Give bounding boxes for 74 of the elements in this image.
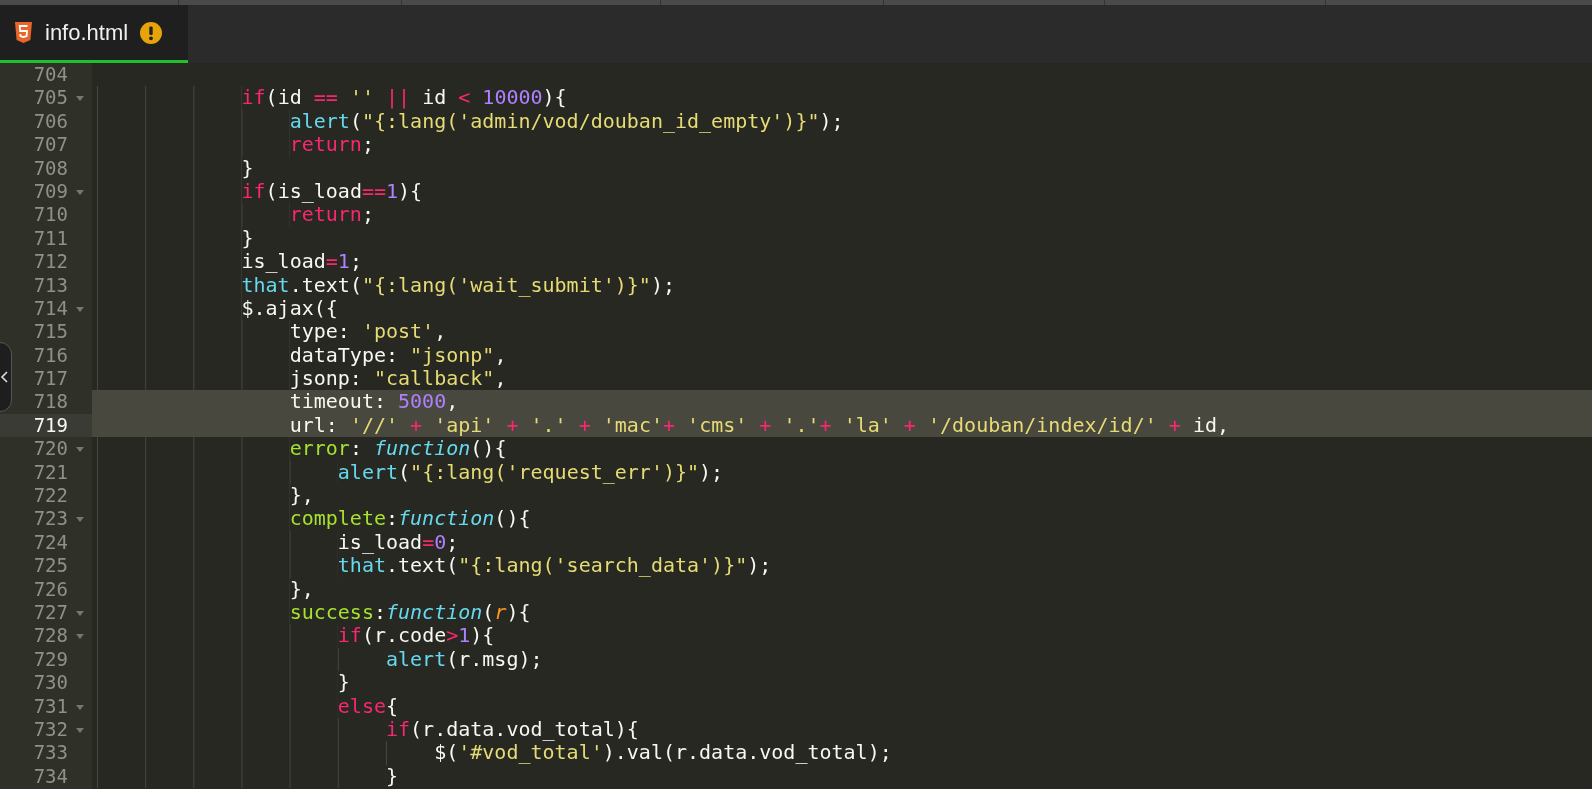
code-line: is_load=0; [337, 530, 459, 555]
fold-icon[interactable] [76, 704, 84, 710]
line-number: 732 [33, 717, 68, 742]
code-line: error: function(){ [289, 437, 507, 461]
code-line: complete:function(){ [289, 507, 531, 531]
tab-title: info.html [45, 19, 129, 46]
code-line: jsonp: "callback", [289, 367, 507, 391]
line-number: 724 [33, 530, 68, 555]
code-line: $.ajax({ [241, 296, 338, 321]
fold-icon[interactable] [76, 96, 84, 102]
fold-icon[interactable] [76, 447, 84, 453]
line-number: 715 [33, 320, 68, 344]
code-line: url: '//' + 'api' + '.' + 'mac'+ 'cms' + '.'+ 'la' + '/douban/index/id/' + id, [289, 413, 1229, 438]
fold-icon[interactable] [76, 517, 84, 523]
code-line: }, [289, 577, 314, 601]
fold-icon[interactable] [76, 189, 84, 195]
line-number: 725 [33, 554, 68, 578]
line-number: 705 [33, 86, 68, 110]
line-number: 720 [33, 437, 68, 461]
line-number: 734 [33, 764, 68, 789]
line-number: 711 [33, 226, 68, 251]
code-line: is_load=1; [241, 250, 362, 274]
fold-icon[interactable] [76, 306, 84, 312]
line-number: 733 [33, 741, 68, 765]
code-line: alert("{:lang('admin/vod/douban_id_empty')}"); [289, 109, 844, 134]
code-line: return; [289, 203, 374, 227]
code-line: alert("{:lang('request_err')}"); [337, 460, 724, 485]
code-line: } [386, 764, 399, 789]
html5-icon [14, 21, 33, 44]
code-line: } [241, 156, 254, 180]
code-line: success:function(r){ [289, 601, 531, 625]
code-line: else{ [337, 694, 399, 718]
code-line: type: 'post', [289, 320, 447, 344]
code-line: alert(r.msg); [386, 647, 543, 672]
code-line: that.text("{:lang('wait_submit')}"); [241, 273, 675, 297]
code-line: } [337, 671, 350, 695]
line-number: 722 [33, 484, 68, 508]
line-number: 729 [33, 647, 68, 672]
code-line: dataType: "jsonp", [289, 343, 507, 368]
line-number: 710 [33, 203, 68, 227]
fold-icon[interactable] [76, 634, 84, 640]
line-number: 707 [33, 133, 68, 157]
code-line: $('#vod_total').val(r.data.vod_total); [434, 741, 892, 765]
line-number: 730 [33, 671, 68, 695]
line-number: 723 [33, 507, 68, 531]
line-number: 708 [33, 156, 68, 180]
line-number: 712 [33, 250, 68, 274]
code-line: return; [289, 133, 374, 157]
line-number: 709 [33, 179, 68, 204]
line-number: 714 [33, 296, 68, 321]
code-line: if(r.data.vod_total){ [386, 717, 639, 742]
file-tab[interactable]: info.html [0, 5, 189, 63]
code-line: if(is_load==1){ [241, 179, 423, 204]
code-line: if(id == '' || id < 10000){ [241, 86, 567, 110]
code-line: timeout: 5000, [289, 390, 459, 414]
line-number: 728 [33, 624, 68, 648]
line-number: 706 [33, 109, 68, 134]
line-number: 726 [33, 577, 68, 601]
line-number: 731 [33, 694, 68, 718]
line-number: 727 [33, 601, 68, 625]
line-number: 704 [33, 63, 68, 87]
code-line: }, [289, 484, 314, 508]
code-line: that.text("{:lang('search_data')}"); [337, 554, 772, 578]
line-number: 721 [33, 460, 68, 485]
fold-icon[interactable] [76, 727, 84, 733]
fold-icon[interactable] [76, 611, 84, 616]
code-line: } [241, 226, 254, 251]
line-number: 719 [33, 413, 68, 438]
line-number: 713 [33, 273, 68, 297]
line-number: 717 [33, 367, 68, 391]
line-number: 716 [33, 343, 68, 368]
code-line: if(r.code>1){ [337, 624, 495, 648]
chevron-left-icon [0, 371, 8, 383]
line-number: 718 [33, 390, 68, 414]
